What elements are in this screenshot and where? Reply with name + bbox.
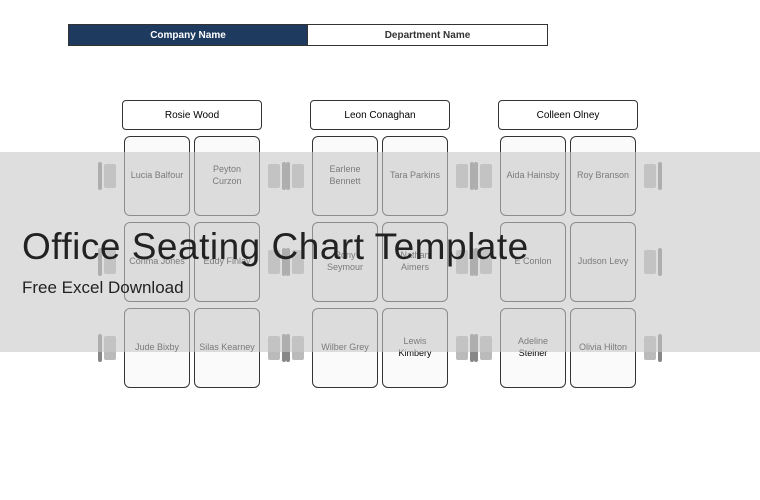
header-row: Company Name Department Name — [68, 24, 548, 46]
overlay-title: Office Seating Chart Template — [22, 226, 529, 268]
company-name-cell: Company Name — [68, 24, 308, 46]
cluster-head: Rosie Wood — [122, 100, 262, 130]
overlay-subtitle: Free Excel Download — [22, 278, 184, 298]
cluster-head: Leon Conaghan — [310, 100, 450, 130]
department-name-cell: Department Name — [308, 24, 548, 46]
cluster-head: Colleen Olney — [498, 100, 638, 130]
